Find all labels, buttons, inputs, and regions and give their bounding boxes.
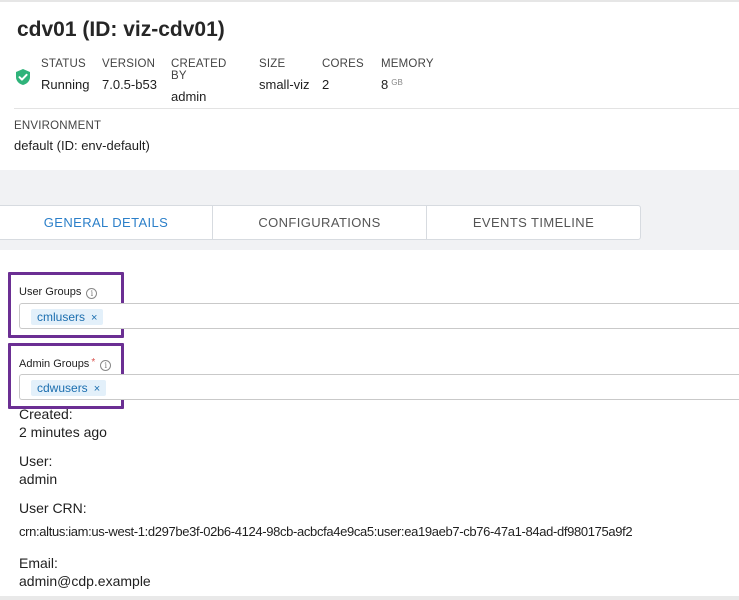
summary-version-value: 7.0.5-b53	[102, 77, 157, 92]
user-crn-label: User CRN:	[19, 500, 87, 516]
user-label: User:	[19, 453, 53, 469]
user-detail: User: admin	[19, 453, 57, 487]
summary-version: VERSION 7.0.5-b53	[102, 58, 157, 92]
admin-groups-label: Admin Groups * i	[19, 357, 112, 371]
summary-cores-label: CORES	[322, 58, 364, 70]
tab-general-details[interactable]: GENERAL DETAILS	[0, 205, 213, 240]
email-label: Email:	[19, 555, 58, 571]
info-icon[interactable]: i	[86, 288, 98, 299]
created-value: 2 minutes ago	[19, 424, 107, 440]
summary-memory: MEMORY 8 GB	[381, 58, 434, 92]
summary-version-label: VERSION	[102, 58, 156, 70]
user-group-tag: cmlusers ×	[31, 309, 104, 325]
summary-created-by-value: admin	[171, 89, 207, 104]
created-label: Created:	[19, 406, 73, 422]
admin-groups-label-text: Admin Groups	[19, 358, 90, 370]
user-crn-value: crn:altus:iam:us-west-1:d297be3f-02b6-41…	[19, 524, 633, 539]
summary-size: SIZE small-viz	[259, 58, 310, 92]
summary-cores-value: 2	[322, 77, 330, 92]
user-crn-detail: User CRN: crn:altus:iam:us-west-1:d297be…	[19, 500, 633, 539]
admin-groups-input[interactable]: cdwusers ×	[19, 374, 739, 400]
top-divider	[0, 0, 739, 2]
admin-group-tag: cdwusers ×	[31, 380, 107, 396]
check-shield-icon	[16, 69, 30, 85]
admin-group-tag-label: cdwusers	[37, 381, 88, 395]
required-mark: *	[91, 357, 96, 368]
summary-memory-label: MEMORY	[381, 58, 434, 70]
memory-amount: 8	[381, 77, 389, 92]
summary-status-value: Running	[41, 77, 90, 92]
summary-size-label: SIZE	[259, 58, 286, 70]
tab-configurations[interactable]: CONFIGURATIONS	[212, 205, 427, 240]
section-divider	[14, 108, 739, 109]
summary-size-value: small-viz	[259, 77, 310, 92]
info-icon[interactable]: i	[100, 360, 112, 371]
bottom-divider	[0, 596, 739, 600]
user-group-tag-label: cmlusers	[37, 310, 86, 324]
user-value: admin	[19, 471, 58, 487]
summary-status-label: STATUS	[41, 58, 86, 70]
user-groups-label: User Groups i	[19, 286, 98, 299]
summary-status: STATUS Running	[41, 58, 89, 92]
created-detail: Created: 2 minutes ago	[19, 406, 107, 440]
summary-cores: CORES 2	[322, 58, 364, 92]
remove-tag-icon[interactable]: ×	[94, 383, 100, 395]
summary-memory-value: 8 GB	[381, 77, 434, 92]
email-detail: Email: admin@cdp.example	[19, 555, 151, 589]
memory-unit: GB	[391, 78, 403, 87]
page-title: cdv01 (ID: viz-cdv01)	[17, 18, 225, 41]
email-value: admin@cdp.example	[19, 573, 151, 589]
summary-created-by-label: CREATED BY	[171, 58, 227, 82]
user-groups-label-text: User Groups	[19, 286, 82, 298]
tab-events-timeline[interactable]: EVENTS TIMELINE	[426, 205, 641, 240]
environment-value: default (ID: env-default)	[14, 138, 150, 153]
summary-created-by: CREATED BY admin	[171, 58, 227, 104]
user-groups-input[interactable]: cmlusers ×	[19, 303, 739, 329]
remove-tag-icon[interactable]: ×	[91, 312, 97, 324]
environment-label: ENVIRONMENT	[14, 120, 102, 132]
